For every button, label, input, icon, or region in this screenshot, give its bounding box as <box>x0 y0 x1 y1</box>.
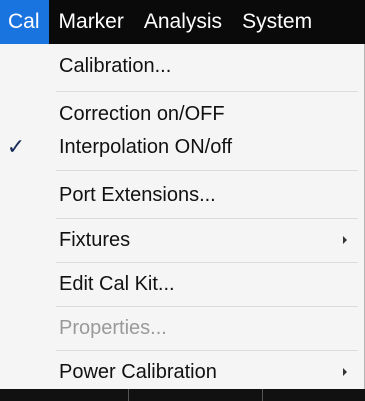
menu-item-edit-cal-kit[interactable]: Edit Cal Kit... <box>0 264 364 304</box>
menu-item-fixtures[interactable]: Fixtures <box>0 220 364 260</box>
menu-item-label: Calibration... <box>59 55 172 77</box>
menu-separator <box>56 218 358 219</box>
menu-cal[interactable]: Cal <box>0 0 49 44</box>
menu-item-label: Interpolation ON/off <box>59 136 233 158</box>
menu-item-label: Power Calibration <box>59 361 217 383</box>
menu-system[interactable]: System <box>232 0 322 44</box>
menu-separator <box>56 350 358 351</box>
menu-bar: Cal Marker Analysis System <box>0 0 365 44</box>
menu-item-properties: Properties... <box>0 308 364 348</box>
strip-divider <box>262 389 263 401</box>
submenu-arrow-icon <box>343 368 347 376</box>
menu-item-interpolation[interactable]: ✓ Interpolation ON/off <box>0 127 364 167</box>
submenu-arrow-icon <box>343 236 347 244</box>
menu-item-label: Fixtures <box>59 229 131 251</box>
menu-separator <box>56 91 358 92</box>
underlying-window-strip <box>0 389 365 401</box>
menu-marker[interactable]: Marker <box>49 0 134 44</box>
menu-item-power-calibration[interactable]: Power Calibration <box>0 352 364 392</box>
menu-separator <box>56 306 358 307</box>
menu-item-label: Edit Cal Kit... <box>59 273 175 295</box>
checkmark-icon: ✓ <box>6 134 26 159</box>
menu-analysis[interactable]: Analysis <box>134 0 232 44</box>
menu-item-label: Port Extensions... <box>59 184 216 206</box>
menu-separator <box>56 170 358 171</box>
menu-item-calibration[interactable]: Calibration... <box>0 46 364 86</box>
cal-dropdown-menu: Calibration... Correction on/OFF ✓ Inter… <box>0 44 365 389</box>
menu-item-port-extensions[interactable]: Port Extensions... <box>0 175 364 215</box>
menu-item-label: Properties... <box>59 317 167 339</box>
menu-separator <box>56 262 358 263</box>
strip-divider <box>128 389 129 401</box>
